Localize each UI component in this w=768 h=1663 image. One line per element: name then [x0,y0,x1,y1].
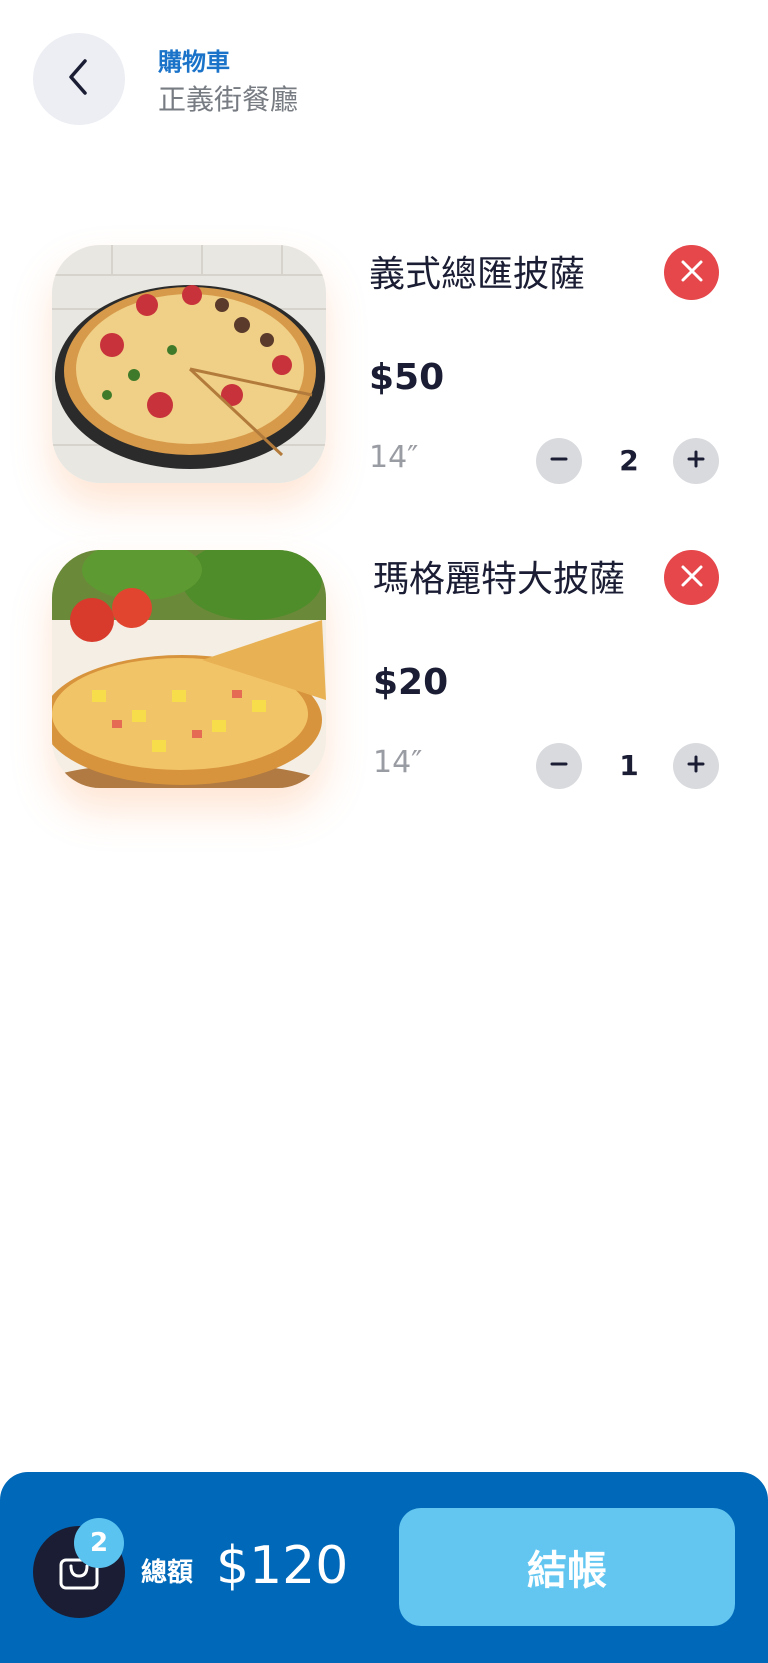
plus-icon [687,755,705,777]
back-button[interactable] [33,33,125,125]
increase-quantity-button[interactable] [673,438,719,484]
cart-item: 義式總匯披薩 $50 14″ 2 [0,245,768,495]
item-price: $20 [373,662,449,703]
restaurant-name: 正義街餐廳 [158,83,299,116]
close-icon [680,564,704,592]
item-quantity: 2 [619,444,639,477]
total-value: $120 [216,1536,349,1596]
remove-item-button[interactable] [664,245,719,300]
item-name: 瑪格麗特大披薩 [373,559,626,600]
item-size: 14″ [373,745,423,780]
item-quantity: 1 [619,749,639,782]
total-label: 總額 [141,1558,194,1588]
remove-item-button[interactable] [664,550,719,605]
item-size: 14″ [369,440,419,475]
item-price: $50 [369,357,445,398]
minus-icon [550,755,568,777]
checkout-bar: 2 總額 $120 結帳 [0,1472,768,1663]
item-name: 義式總匯披薩 [369,254,586,295]
close-icon [680,259,704,287]
decrease-quantity-button[interactable] [536,438,582,484]
pizza-supreme-image [52,245,326,483]
pizza-hawaiian-image [52,550,326,788]
cart-item: 瑪格麗特大披薩 $20 14″ 1 [0,550,768,800]
decrease-quantity-button[interactable] [536,743,582,789]
cart-count-badge: 2 [74,1518,124,1568]
increase-quantity-button[interactable] [673,743,719,789]
chevron-left-icon [64,57,94,101]
minus-icon [550,450,568,472]
checkout-button[interactable]: 結帳 [399,1508,735,1626]
plus-icon [687,450,705,472]
page-title: 購物車 [158,48,230,76]
